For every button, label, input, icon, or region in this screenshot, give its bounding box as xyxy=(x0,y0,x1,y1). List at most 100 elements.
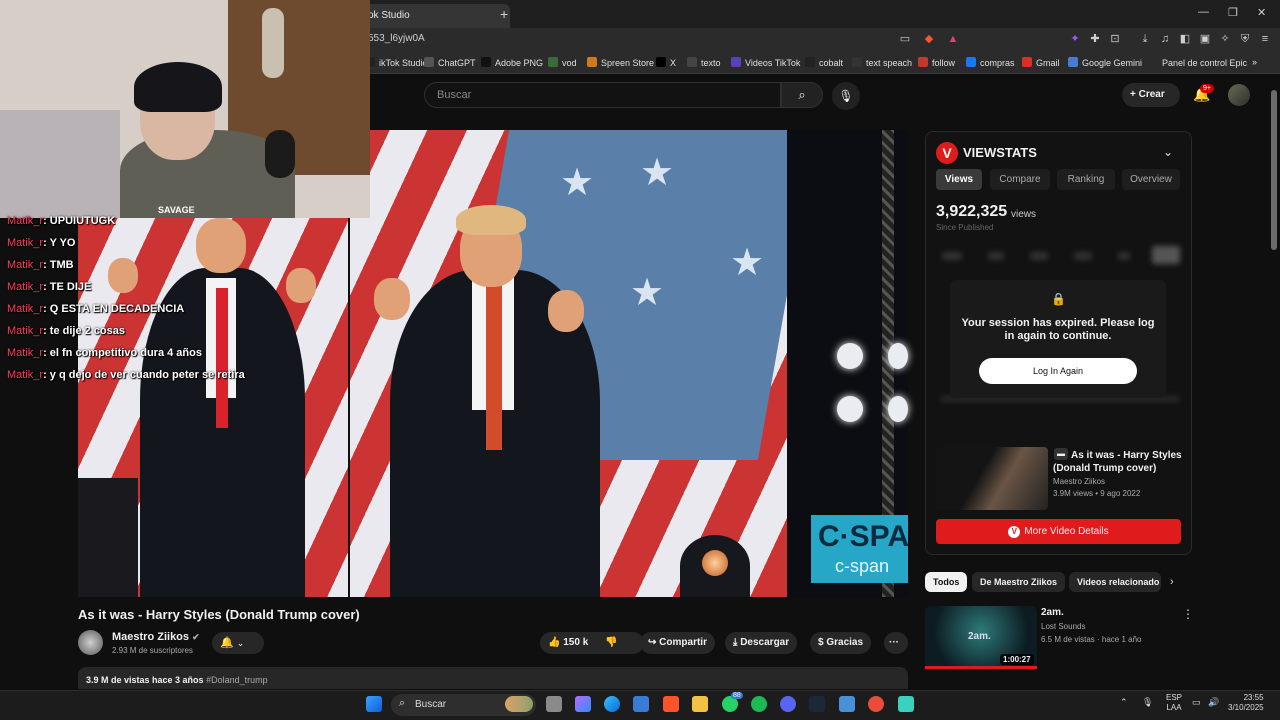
since-published-label: Since Published xyxy=(936,223,994,232)
brave-shield-icon[interactable]: ◆ xyxy=(922,32,936,46)
viewstats-video-thumbnail[interactable] xyxy=(936,447,1048,510)
channel-name[interactable]: Maestro Ziikos ✔ xyxy=(112,631,200,643)
more-options-icon[interactable]: ⋮ xyxy=(1182,607,1194,621)
search-highlight-icon xyxy=(505,696,533,712)
vpn-icon[interactable]: ⛨ xyxy=(1238,32,1252,46)
share-button[interactable]: ↪ Compartir xyxy=(640,632,715,654)
chip-related[interactable]: Videos relacionado xyxy=(1069,572,1161,592)
hashtag-link[interactable]: #Doland_trump xyxy=(206,675,268,685)
bookmarks-more[interactable]: » xyxy=(1252,57,1257,67)
bookmark-favicon-icon xyxy=(1022,57,1032,67)
recommended-video-title[interactable]: 2am. xyxy=(1041,607,1064,618)
brave-icon[interactable] xyxy=(663,696,679,712)
bookmark-item[interactable]: Gmail xyxy=(1022,57,1060,68)
bookmark-item[interactable]: Google Gemini xyxy=(1068,57,1142,68)
cast-icon[interactable]: ▭ xyxy=(898,32,912,46)
bookmark-item[interactable]: X xyxy=(656,57,676,68)
bookmark-favicon-icon xyxy=(1068,57,1078,67)
page-scrollbar[interactable] xyxy=(1271,90,1277,250)
bookmark-item[interactable]: ChatGPT xyxy=(424,57,476,68)
search-input[interactable]: Buscar xyxy=(424,82,781,108)
collapse-chevron-icon[interactable]: ⌄ xyxy=(1163,145,1173,159)
search-icon[interactable]: ⌕ xyxy=(781,82,823,108)
microphone-icon[interactable]: 🎙 xyxy=(832,82,860,110)
edge-icon[interactable] xyxy=(604,696,620,712)
star-icon: ★ xyxy=(730,242,765,284)
media-icon[interactable]: ♫ xyxy=(1158,32,1172,46)
download-button[interactable]: ⤓ Descargar xyxy=(725,632,798,654)
screenshot-icon[interactable]: ⊡ xyxy=(1108,32,1122,46)
chip-all[interactable]: Todos xyxy=(925,572,968,592)
subscription-bell-button[interactable]: 🔔 ⌄ xyxy=(212,632,264,654)
copilot-icon[interactable] xyxy=(575,696,591,712)
menu-icon[interactable]: ≡ xyxy=(1258,32,1272,46)
minimize-button[interactable]: — xyxy=(1198,6,1209,18)
bookmark-item[interactable]: ikTok Studio xyxy=(365,57,428,68)
bookmark-item[interactable]: Spreen Store xyxy=(587,57,654,68)
thanks-button[interactable]: $ Gracias xyxy=(810,632,872,654)
chat-text: : te dije 2 cosas xyxy=(43,325,125,337)
system-clock[interactable]: 23:55 3/10/2025 xyxy=(1228,693,1264,713)
viewstats-video-title: As it was - Harry Styles (Donald Trump c… xyxy=(1053,450,1182,474)
microphone-tray-icon[interactable]: 🎙 xyxy=(1142,697,1153,708)
create-button[interactable]: + Crear xyxy=(1122,83,1180,107)
app-icon[interactable] xyxy=(868,696,884,712)
puzzle-icon[interactable]: ✚ xyxy=(1088,32,1102,46)
notepad-icon[interactable] xyxy=(898,696,914,712)
sidebar-icon[interactable]: ◧ xyxy=(1178,32,1192,46)
chevron-right-icon[interactable]: › xyxy=(1170,576,1174,588)
bookmark-item[interactable]: Adobe PNG xyxy=(481,57,543,68)
bookmark-favicon-icon xyxy=(656,57,666,67)
bookmark-item[interactable]: Panel de control Epic xyxy=(1148,57,1247,68)
network-icon[interactable]: ▭ xyxy=(1192,697,1201,708)
search-icon: ⌕ xyxy=(399,697,406,709)
task-view-icon[interactable] xyxy=(546,696,562,712)
bookmark-item[interactable]: compras xyxy=(966,57,1015,68)
viewstats-tab-compare[interactable]: Compare xyxy=(990,169,1050,190)
chevron-up-icon[interactable]: ⌃ xyxy=(1120,697,1128,708)
wallet-icon[interactable]: ▣ xyxy=(1198,32,1212,46)
more-actions-button[interactable]: ··· xyxy=(884,632,908,654)
stage-light xyxy=(702,550,728,576)
bookmark-item[interactable]: text speach xyxy=(852,57,912,68)
dislike-button[interactable]: 👎 xyxy=(605,637,617,648)
brave-rewards-icon[interactable]: ▲ xyxy=(946,32,960,46)
photos-icon[interactable] xyxy=(839,696,855,712)
bookmark-item[interactable]: cobalt xyxy=(805,57,843,68)
bookmark-item[interactable]: vod xyxy=(548,57,577,68)
details-label: More Video Details xyxy=(1024,526,1109,537)
viewstats-tab-views[interactable]: Views xyxy=(936,169,982,190)
spotify-icon[interactable] xyxy=(751,696,767,712)
bookmark-item[interactable]: follow xyxy=(918,57,955,68)
viewstats-tab-overview[interactable]: Overview xyxy=(1122,169,1180,190)
video-title: As it was - Harry Styles (Donald Trump c… xyxy=(78,607,360,622)
discord-icon[interactable] xyxy=(780,696,796,712)
url-field[interactable]: 553_l6yjw0A xyxy=(368,33,425,44)
viewstats-tab-ranking[interactable]: Ranking xyxy=(1057,169,1115,190)
leo-icon[interactable]: ✧ xyxy=(1218,32,1232,46)
bookmark-item[interactable]: texto xyxy=(687,57,721,68)
new-tab-button[interactable]: + xyxy=(500,6,508,22)
bookmark-item[interactable]: Videos TikTok xyxy=(731,57,800,68)
account-avatar[interactable] xyxy=(1228,84,1250,106)
download-icon[interactable]: ⤓ xyxy=(1138,32,1152,46)
browser-tab[interactable]: ok Studio xyxy=(360,4,510,28)
store-icon[interactable] xyxy=(633,696,649,712)
close-window-button[interactable]: ✕ xyxy=(1257,6,1266,19)
file-explorer-icon[interactable] xyxy=(692,696,708,712)
maximize-button[interactable]: ❐ xyxy=(1228,6,1238,19)
bookmark-favicon-icon xyxy=(1148,57,1158,67)
like-button[interactable]: 👍 150 k xyxy=(548,637,588,648)
extension-icon[interactable]: ✦ xyxy=(1068,32,1082,46)
language-indicator[interactable]: ESP LAA xyxy=(1166,693,1182,713)
download-icon: ⤓ xyxy=(733,637,738,648)
more-video-details-button[interactable]: V More Video Details xyxy=(936,519,1181,544)
windows-start-icon[interactable] xyxy=(366,696,382,712)
recommended-video-channel[interactable]: Lost Sounds xyxy=(1041,622,1085,631)
chip-from-channel[interactable]: De Maestro Ziikos xyxy=(972,572,1066,592)
steam-icon[interactable] xyxy=(809,696,825,712)
channel-avatar[interactable] xyxy=(78,630,103,655)
chat-message: Matik_r: y q dejo de ver cuando peter se… xyxy=(7,369,245,381)
volume-icon[interactable]: 🔊 xyxy=(1208,697,1219,708)
log-in-again-button[interactable]: Log In Again xyxy=(979,358,1137,384)
